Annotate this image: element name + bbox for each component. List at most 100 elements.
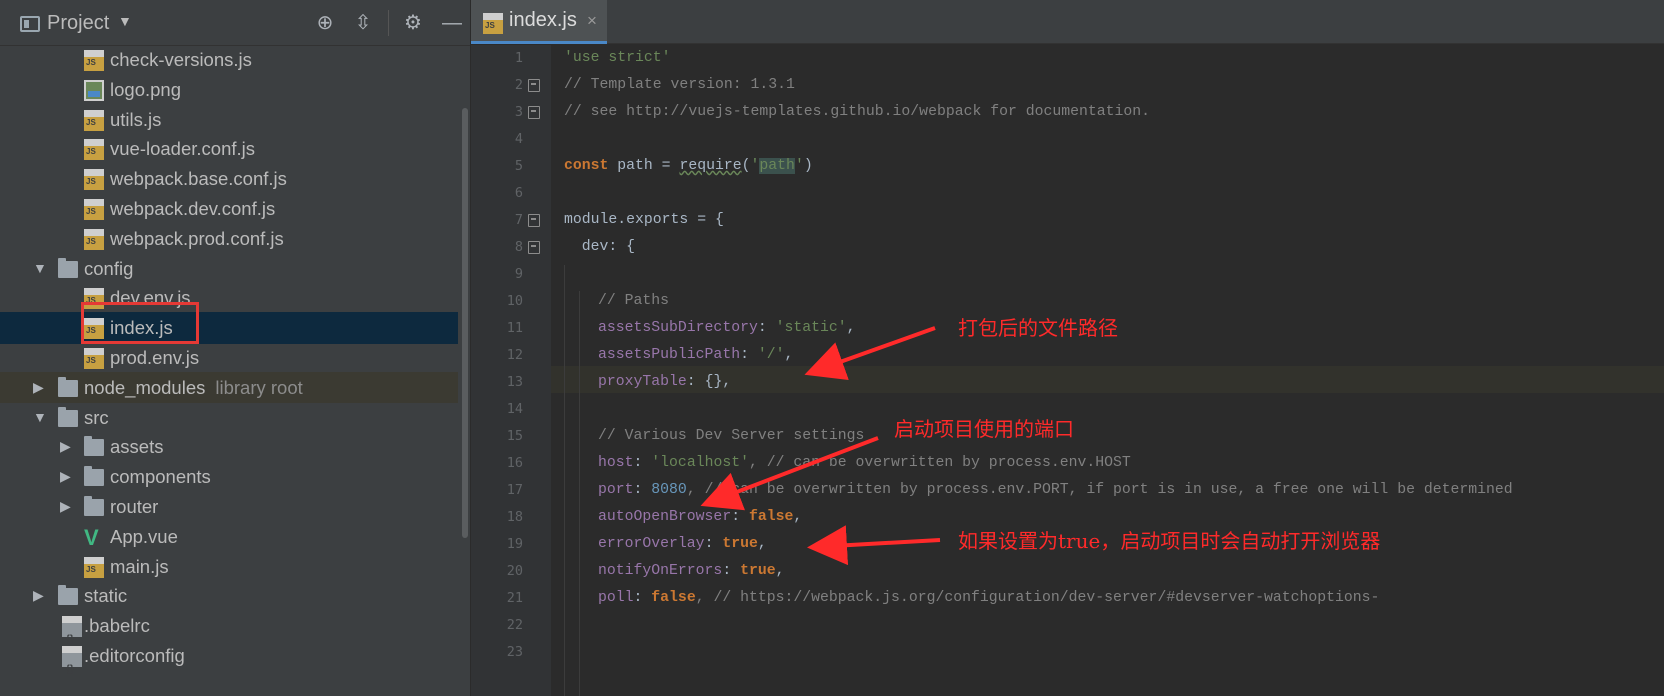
tree-item-selected[interactable]: index.js — [0, 312, 458, 344]
vue-file-icon: V — [84, 524, 99, 550]
js-file-icon — [84, 109, 104, 131]
folder-icon — [58, 406, 78, 427]
expanded-arrow-icon[interactable]: ▼ — [33, 253, 47, 285]
fold-marker-icon[interactable] — [528, 241, 540, 254]
indent-guide — [579, 291, 580, 696]
tree-item[interactable]: logo.png — [0, 74, 458, 106]
tree-scrollbar-thumb[interactable] — [462, 108, 468, 538]
folder-icon — [84, 436, 104, 457]
tab-index-js[interactable]: index.js × — [471, 0, 607, 44]
locate-icon[interactable]: ⊕ — [312, 10, 338, 36]
line-number: 10 — [506, 293, 523, 309]
tree-item-label: webpack.base.conf.js — [110, 168, 287, 190]
tree-item-label: prod.env.js — [110, 347, 200, 368]
tree-item[interactable]: .editorconfig — [0, 640, 458, 686]
image-file-icon — [84, 79, 104, 101]
expanded-arrow-icon[interactable]: ▼ — [33, 402, 47, 434]
tree-item-label: logo.png — [110, 78, 181, 100]
tree-item-label: vue-loader.conf.js — [110, 138, 256, 160]
js-file-icon — [84, 228, 104, 250]
tree-item-label: .editorconfig — [84, 645, 185, 666]
tree-item[interactable]: utils.js — [0, 104, 458, 136]
annotation-output-path: 打包后的文件路径 — [958, 316, 1118, 340]
tree-item[interactable]: main.js — [0, 551, 458, 583]
tree-item[interactable]: prod.env.js — [0, 342, 458, 374]
code-line-17: port: 8080, // can be overwritten by pro… — [598, 482, 1513, 498]
tree-folder-config[interactable]: ▼ config — [0, 253, 458, 285]
close-icon[interactable]: × — [587, 11, 597, 31]
folder-icon — [58, 585, 78, 606]
code-line-11: assetsSubDirectory: 'static', — [598, 320, 856, 336]
collapsed-arrow-icon[interactable]: ▶ — [33, 580, 44, 612]
code-line-3: // see http://vuejs-templates.github.io/… — [564, 104, 1151, 120]
line-number: 23 — [506, 644, 523, 660]
tree-item[interactable]: V App.vue — [0, 521, 458, 553]
fold-marker-icon[interactable] — [528, 79, 540, 92]
line-number: 21 — [506, 590, 523, 606]
tree-item-label: config — [84, 257, 134, 279]
js-file-icon — [84, 169, 104, 191]
collapsed-arrow-icon[interactable]: ▶ — [60, 461, 71, 493]
tree-folder-components[interactable]: ▶ components — [0, 461, 458, 493]
tree-item-label: src — [84, 406, 109, 428]
annotation-dev-port: 启动项目使用的端口 — [894, 417, 1074, 441]
collapsed-arrow-icon[interactable]: ▶ — [60, 491, 71, 523]
tree-item[interactable]: webpack.prod.conf.js — [0, 223, 458, 255]
line-number: 13 — [506, 374, 523, 390]
js-file-icon — [84, 556, 104, 578]
line-number: 19 — [506, 536, 523, 552]
indent-guide — [564, 265, 565, 696]
project-panel: Project ▼ ⊕ ⇳ ⚙ — check-versions.js logo… — [0, 0, 470, 696]
js-file-icon — [84, 50, 104, 71]
tree-item[interactable]: vue-loader.conf.js — [0, 133, 458, 165]
project-panel-header: Project ▼ ⊕ ⇳ ⚙ — — [0, 0, 470, 46]
js-file-icon — [84, 348, 104, 369]
hide-icon[interactable]: — — [439, 10, 465, 36]
project-view-selector[interactable]: Project — [47, 12, 109, 35]
project-tree: check-versions.js logo.png utils.js vue-… — [0, 46, 458, 696]
line-number: 9 — [514, 266, 523, 282]
line-number: 4 — [514, 131, 523, 147]
code-line-5: const path = require('path') — [564, 158, 813, 174]
tree-folder-router[interactable]: ▶ router — [0, 491, 458, 523]
tree-folder-assets[interactable]: ▶ assets — [0, 431, 458, 463]
line-number: 12 — [506, 347, 523, 363]
collapsed-arrow-icon[interactable]: ▶ — [60, 431, 71, 463]
gear-icon[interactable]: ⚙ — [400, 10, 426, 36]
fold-marker-icon[interactable] — [528, 106, 540, 119]
code-line-2: // Template version: 1.3.1 — [564, 77, 795, 93]
tree-item[interactable]: webpack.dev.conf.js — [0, 193, 458, 225]
tree-item[interactable]: check-versions.js — [0, 46, 458, 76]
line-number: 7 — [514, 212, 523, 228]
config-file-icon — [62, 646, 82, 686]
project-view-icon — [20, 16, 40, 32]
tree-item-label: static — [84, 585, 128, 607]
tree-item-label: node_modules library root — [84, 376, 303, 398]
js-file-icon — [483, 13, 503, 34]
code-line-7: module.exports = { — [564, 212, 724, 228]
line-number: 15 — [506, 428, 523, 444]
tree-folder-node-modules[interactable]: ▶ node_modules library root — [0, 371, 458, 404]
line-number: 11 — [506, 320, 523, 336]
line-number: 6 — [514, 185, 523, 201]
tree-item[interactable]: dev.env.js — [0, 282, 458, 314]
annotation-auto-open-browser: 如果设置为true，启动项目时会自动打开浏览器 — [958, 529, 1381, 553]
tree-item[interactable]: .babelrc — [0, 610, 458, 656]
code-editor[interactable]: 1 2 3 4 5 6 7 8 9 10 11 12 13 14 15 16 1… — [471, 45, 1664, 696]
code-line-10: // Paths — [598, 293, 670, 309]
collapsed-arrow-icon[interactable]: ▶ — [33, 372, 44, 404]
line-number: 18 — [506, 509, 523, 525]
tree-item[interactable]: webpack.base.conf.js — [0, 163, 458, 195]
tree-item-label: check-versions.js — [110, 49, 252, 70]
tree-folder-static[interactable]: ▶ static — [0, 580, 458, 612]
header-divider — [388, 10, 389, 36]
caret-down-icon[interactable]: ▼ — [118, 13, 132, 29]
line-number: 1 — [514, 50, 523, 66]
collapse-all-icon[interactable]: ⇳ — [350, 10, 376, 36]
config-file-icon — [62, 616, 82, 656]
tree-folder-src[interactable]: ▼ src — [0, 402, 458, 434]
code-line-8: dev: { — [564, 239, 636, 255]
editor-tab-bar: index.js × — [471, 0, 1664, 44]
fold-marker-icon[interactable] — [528, 214, 540, 227]
code-line-18: autoOpenBrowser: false, — [598, 509, 803, 525]
